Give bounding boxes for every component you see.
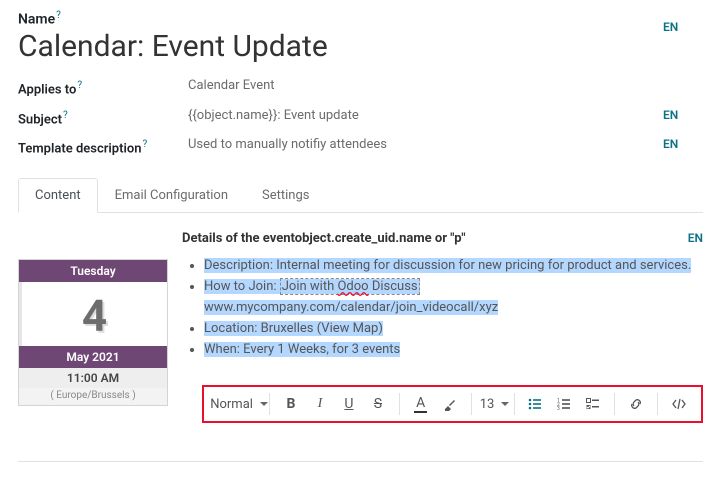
checklist-button[interactable] — [579, 390, 607, 418]
text-color-button[interactable]: A — [407, 390, 435, 418]
link-icon — [628, 396, 644, 412]
help-icon[interactable]: ? — [63, 110, 68, 121]
calendar-widget: Tuesday 4 May 2021 11:00 AM ( Europe/Bru… — [18, 259, 168, 406]
editor-toolbar: Normal B I U S A 13 123 — [202, 385, 703, 423]
help-icon[interactable]: ? — [56, 10, 61, 21]
lang-en-desc[interactable]: EN — [663, 137, 678, 151]
strikethrough-button[interactable]: S — [364, 390, 392, 418]
highlight-button[interactable] — [436, 390, 464, 418]
underline-button[interactable]: U — [335, 390, 363, 418]
list-item[interactable]: Location: Bruxelles (View Map) — [204, 319, 703, 340]
bold-button[interactable]: B — [277, 390, 305, 418]
tab-settings[interactable]: Settings — [245, 178, 326, 213]
list-item[interactable]: Description: Internal meeting for discus… — [204, 256, 703, 277]
code-view-button[interactable] — [665, 390, 693, 418]
ul-icon — [527, 396, 543, 412]
details-heading: Details of the eventobject.create_uid.na… — [182, 231, 688, 246]
list-item[interactable]: How to Join: Join with Odoo Discusswww.m… — [204, 277, 703, 319]
help-icon[interactable]: ? — [77, 80, 82, 91]
ordered-list-button[interactable]: 123 — [550, 390, 578, 418]
event-details-list[interactable]: Description: Internal meeting for discus… — [182, 256, 703, 360]
italic-button[interactable]: I — [306, 390, 334, 418]
tab-email-config[interactable]: Email Configuration — [98, 178, 245, 213]
font-size-dropdown[interactable]: 13 — [479, 390, 507, 418]
applies-to-value[interactable]: Calendar Event — [188, 78, 663, 93]
svg-text:3: 3 — [557, 406, 560, 412]
unordered-list-button[interactable] — [521, 390, 549, 418]
caret-down-icon — [501, 402, 509, 406]
link-button[interactable] — [622, 390, 650, 418]
name-value[interactable]: Calendar: Event Update — [18, 29, 663, 64]
calendar-day: 4 — [19, 282, 167, 346]
checklist-icon — [585, 396, 601, 412]
ol-icon: 123 — [556, 396, 572, 412]
paintbrush-icon — [442, 396, 458, 412]
calendar-timezone: ( Europe/Brussels ) — [19, 388, 167, 405]
calendar-weekday: Tuesday — [19, 260, 167, 282]
subject-label: Subject — [18, 112, 62, 127]
applies-to-label: Applies to — [18, 83, 76, 98]
list-item[interactable]: When: Every 1 Weeks, for 3 events — [204, 340, 703, 361]
calendar-time: 11:00 AM — [19, 368, 167, 388]
name-label: Name — [18, 11, 55, 27]
caret-down-icon — [260, 402, 268, 406]
lang-en-subject[interactable]: EN — [663, 108, 678, 122]
subject-value[interactable]: {{object.name}}: Event update — [188, 108, 663, 123]
lang-en-name[interactable]: EN — [663, 20, 678, 34]
code-icon — [671, 396, 687, 412]
template-desc-value[interactable]: Used to manually notifiy attendees — [188, 137, 663, 152]
lang-en-body[interactable]: EN — [688, 231, 703, 246]
tab-content[interactable]: Content — [18, 178, 98, 213]
template-desc-label: Template description — [18, 141, 141, 156]
tabs: Content Email Configuration Settings — [18, 178, 703, 213]
calendar-month-year: May 2021 — [19, 346, 167, 368]
help-icon[interactable]: ? — [142, 139, 147, 150]
paragraph-style-dropdown[interactable]: Normal — [212, 390, 262, 418]
